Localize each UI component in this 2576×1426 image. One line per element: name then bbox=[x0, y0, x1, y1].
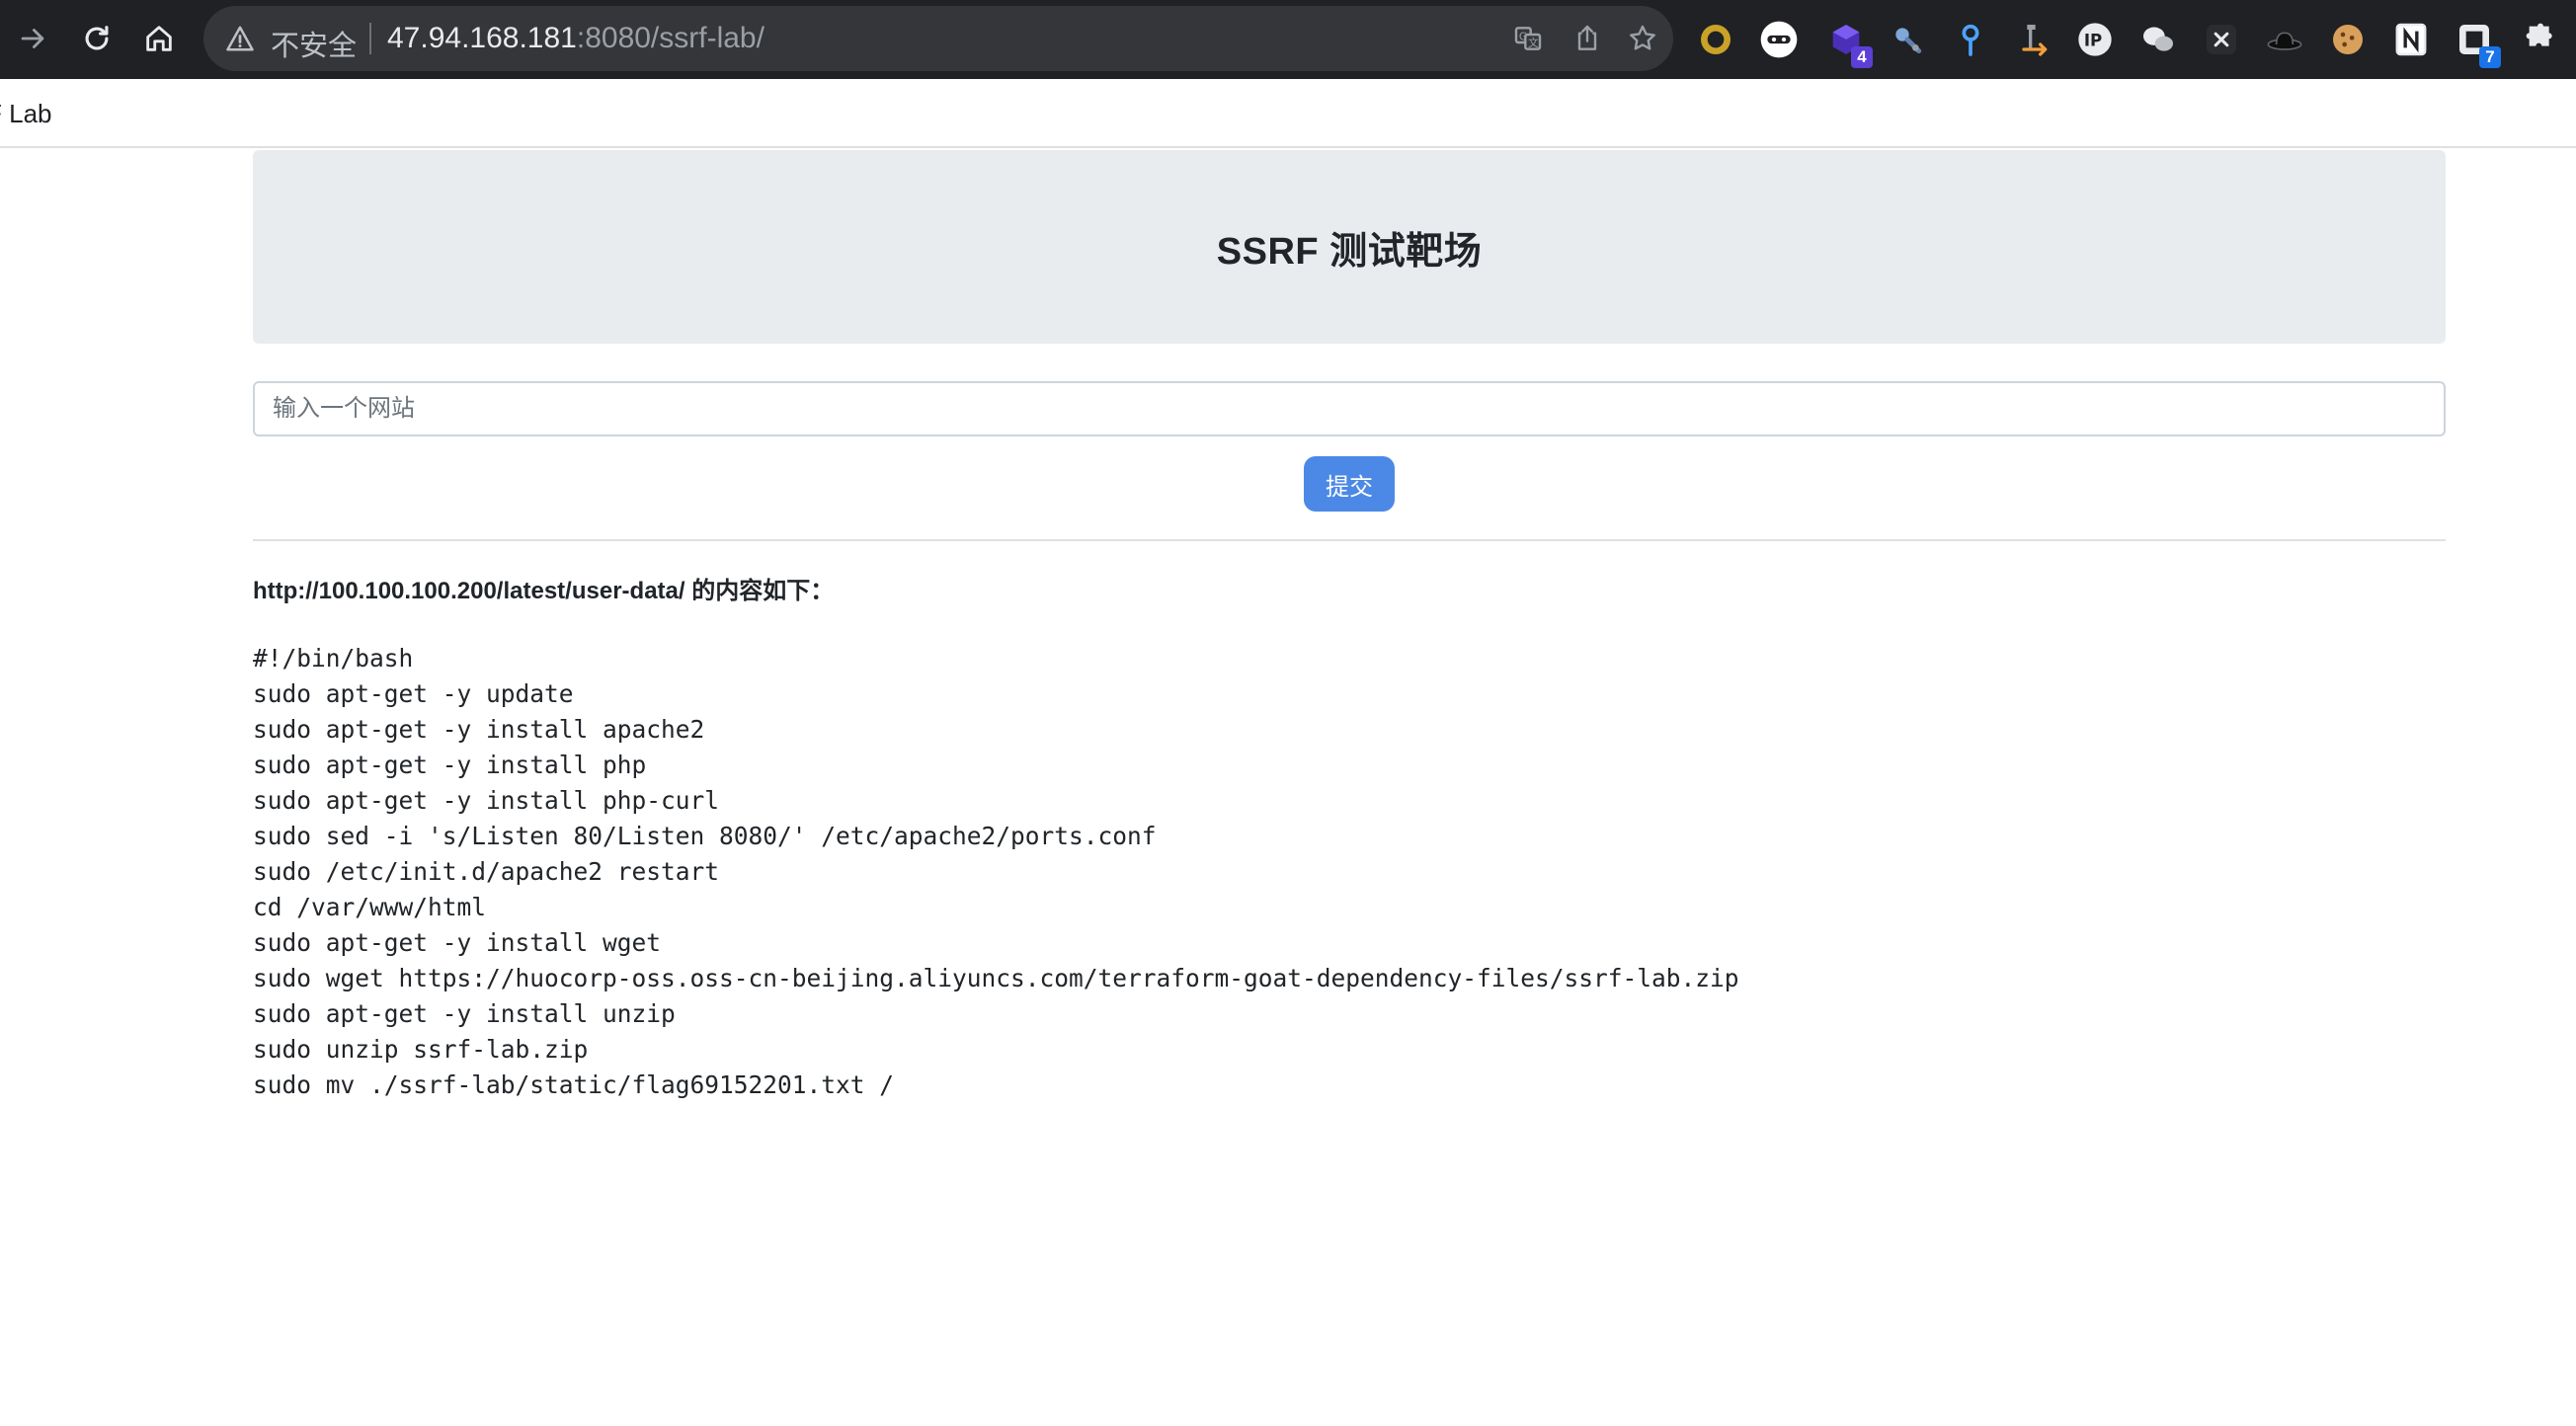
submit-button[interactable]: 提交 bbox=[1304, 456, 1395, 512]
fetched-content-output: #!/bin/bash sudo apt-get -y update sudo … bbox=[253, 644, 1739, 1099]
translate-icon: G 文 bbox=[1514, 27, 1542, 50]
arrow-hammer-ext-icon[interactable] bbox=[2011, 17, 2056, 62]
translate-button[interactable]: G 文 bbox=[1509, 20, 1547, 57]
svg-text:IP: IP bbox=[2084, 32, 2102, 50]
share-button[interactable] bbox=[1569, 20, 1606, 57]
forward-button[interactable] bbox=[8, 14, 57, 63]
result-suffix: 的内容如下： bbox=[684, 578, 835, 604]
cube-ext-icon[interactable]: 4 bbox=[1823, 17, 1873, 68]
incognito-mask-ext-icon[interactable] bbox=[1756, 17, 1802, 62]
extensions-puzzle-icon[interactable] bbox=[2515, 17, 2560, 62]
security-status-label[interactable]: 不安全 bbox=[271, 23, 357, 64]
cube-ext-badge: 4 bbox=[1851, 46, 1873, 68]
page-title: SSRF 测试靶场 bbox=[1216, 230, 1483, 273]
notion-ext-icon[interactable] bbox=[2388, 17, 2434, 62]
forward-arrow-icon bbox=[21, 29, 44, 48]
header-jumbotron: SSRF 测试靶场 bbox=[253, 150, 2446, 344]
puzzle-ext-badge: 7 bbox=[2479, 46, 2501, 68]
url-host: 47.94.168.181 bbox=[387, 22, 577, 54]
reload-icon bbox=[85, 26, 109, 50]
browser-toolbar: 不安全 47.94.168.181:8080/ssrf-lab/ G 文 4 I… bbox=[0, 0, 2576, 79]
satellite-ext-icon[interactable] bbox=[1885, 17, 1930, 62]
address-bar[interactable]: 不安全 47.94.168.181:8080/ssrf-lab/ G 文 bbox=[203, 6, 1673, 71]
bookmark-item-ssrf-lab[interactable]: F Lab bbox=[0, 99, 52, 129]
reload-button[interactable] bbox=[72, 14, 121, 63]
cookie-ext-icon[interactable] bbox=[2325, 17, 2371, 62]
page-content: SSRF 测试靶场 提交 http://100.100.100.200/late… bbox=[0, 150, 2576, 1426]
main-container: SSRF 测试靶场 提交 http://100.100.100.200/late… bbox=[253, 150, 2446, 1103]
website-url-input[interactable] bbox=[253, 381, 2446, 436]
share-icon bbox=[1577, 25, 1597, 50]
url-text[interactable]: 47.94.168.181:8080/ssrf-lab/ bbox=[387, 22, 765, 55]
home-icon bbox=[146, 26, 172, 51]
address-separator bbox=[369, 23, 371, 54]
result-url: http://100.100.100.200/latest/user-data/ bbox=[253, 578, 685, 604]
ring-ext-icon[interactable] bbox=[1693, 17, 1738, 62]
bookmarks-bar: F Lab bbox=[0, 79, 2576, 148]
x-ext-icon[interactable] bbox=[2199, 17, 2244, 62]
ip-ext-icon[interactable]: IP bbox=[2072, 17, 2118, 62]
hat-ext-icon[interactable] bbox=[2262, 17, 2307, 62]
warning-triangle-icon[interactable] bbox=[225, 24, 255, 53]
url-path: :8080/ssrf-lab/ bbox=[576, 22, 765, 54]
puzzle-badge-ext-icon[interactable]: 7 bbox=[2452, 17, 2501, 68]
home-button[interactable] bbox=[134, 14, 184, 63]
svg-text:文: 文 bbox=[1528, 37, 1539, 49]
wechat-ext-icon[interactable] bbox=[2135, 17, 2181, 62]
submit-row: 提交 bbox=[253, 456, 2446, 512]
divider bbox=[253, 539, 2446, 541]
pin-ext-icon[interactable] bbox=[1948, 17, 1993, 62]
bookmark-star-button[interactable] bbox=[1624, 20, 1661, 57]
star-icon bbox=[1630, 25, 1655, 50]
result-heading: http://100.100.100.200/latest/user-data/… bbox=[253, 571, 2446, 605]
